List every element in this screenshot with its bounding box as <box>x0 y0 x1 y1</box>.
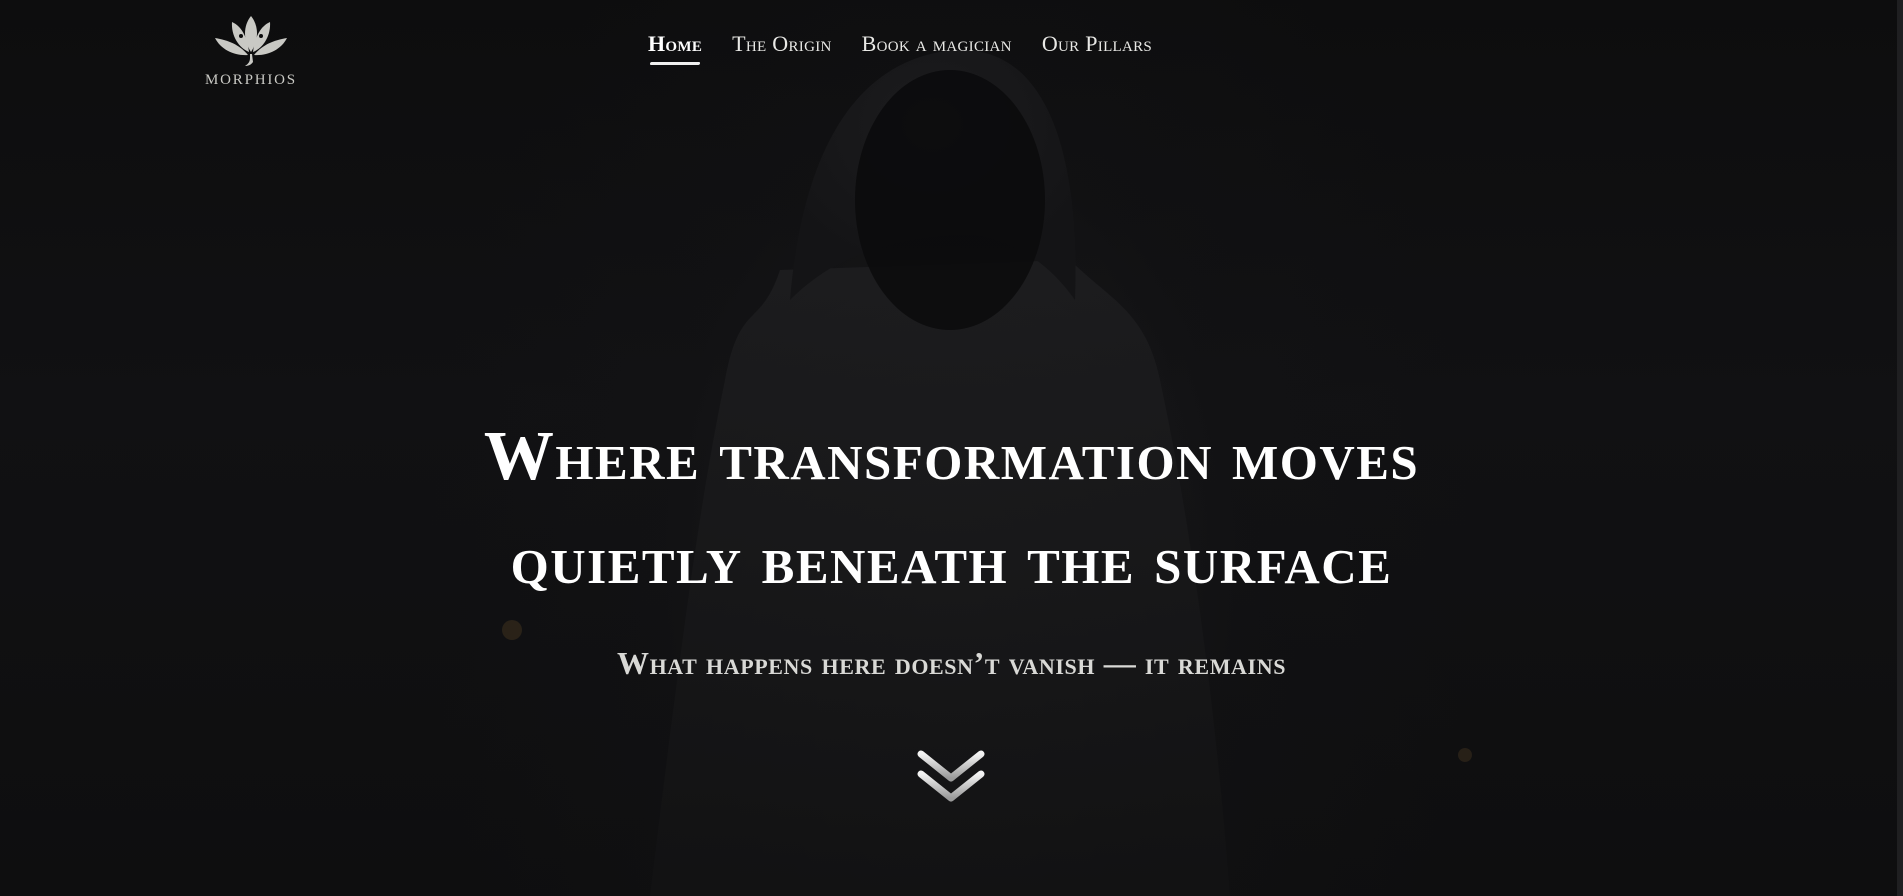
nav-item-label: Our Pillars <box>1041 31 1153 56</box>
hero-subheadline: What happens here doesn’t vanish — it re… <box>616 645 1287 681</box>
main-nav: Home The Origin Book a magician Our Pill… <box>648 31 1182 65</box>
nav-item-our-pillars[interactable]: Our Pillars <box>1042 31 1152 57</box>
nav-item-label: Book a magician <box>861 31 1012 56</box>
brand-name: MORPHIOS <box>205 72 297 88</box>
hero-headline: Where transformation moves quietly benea… <box>0 405 1903 613</box>
hero-headline-line-1: Where transformation moves <box>483 418 1420 495</box>
lotus-icon <box>215 16 287 66</box>
nav-item-home[interactable]: Home <box>648 31 703 65</box>
scroll-down-button[interactable] <box>917 748 985 808</box>
double-chevron-down-icon <box>917 750 985 802</box>
nav-item-the-origin[interactable]: The Origin <box>732 31 831 57</box>
nav-item-book-a-magician[interactable]: Book a magician <box>862 31 1012 57</box>
brand-logo[interactable]: MORPHIOS <box>203 10 299 90</box>
hero-headline-line-2: quietly beneath the surface <box>510 522 1393 599</box>
active-nav-underline <box>649 62 701 65</box>
nav-item-label: The Origin <box>732 31 832 56</box>
nav-item-label: Home <box>648 31 703 56</box>
